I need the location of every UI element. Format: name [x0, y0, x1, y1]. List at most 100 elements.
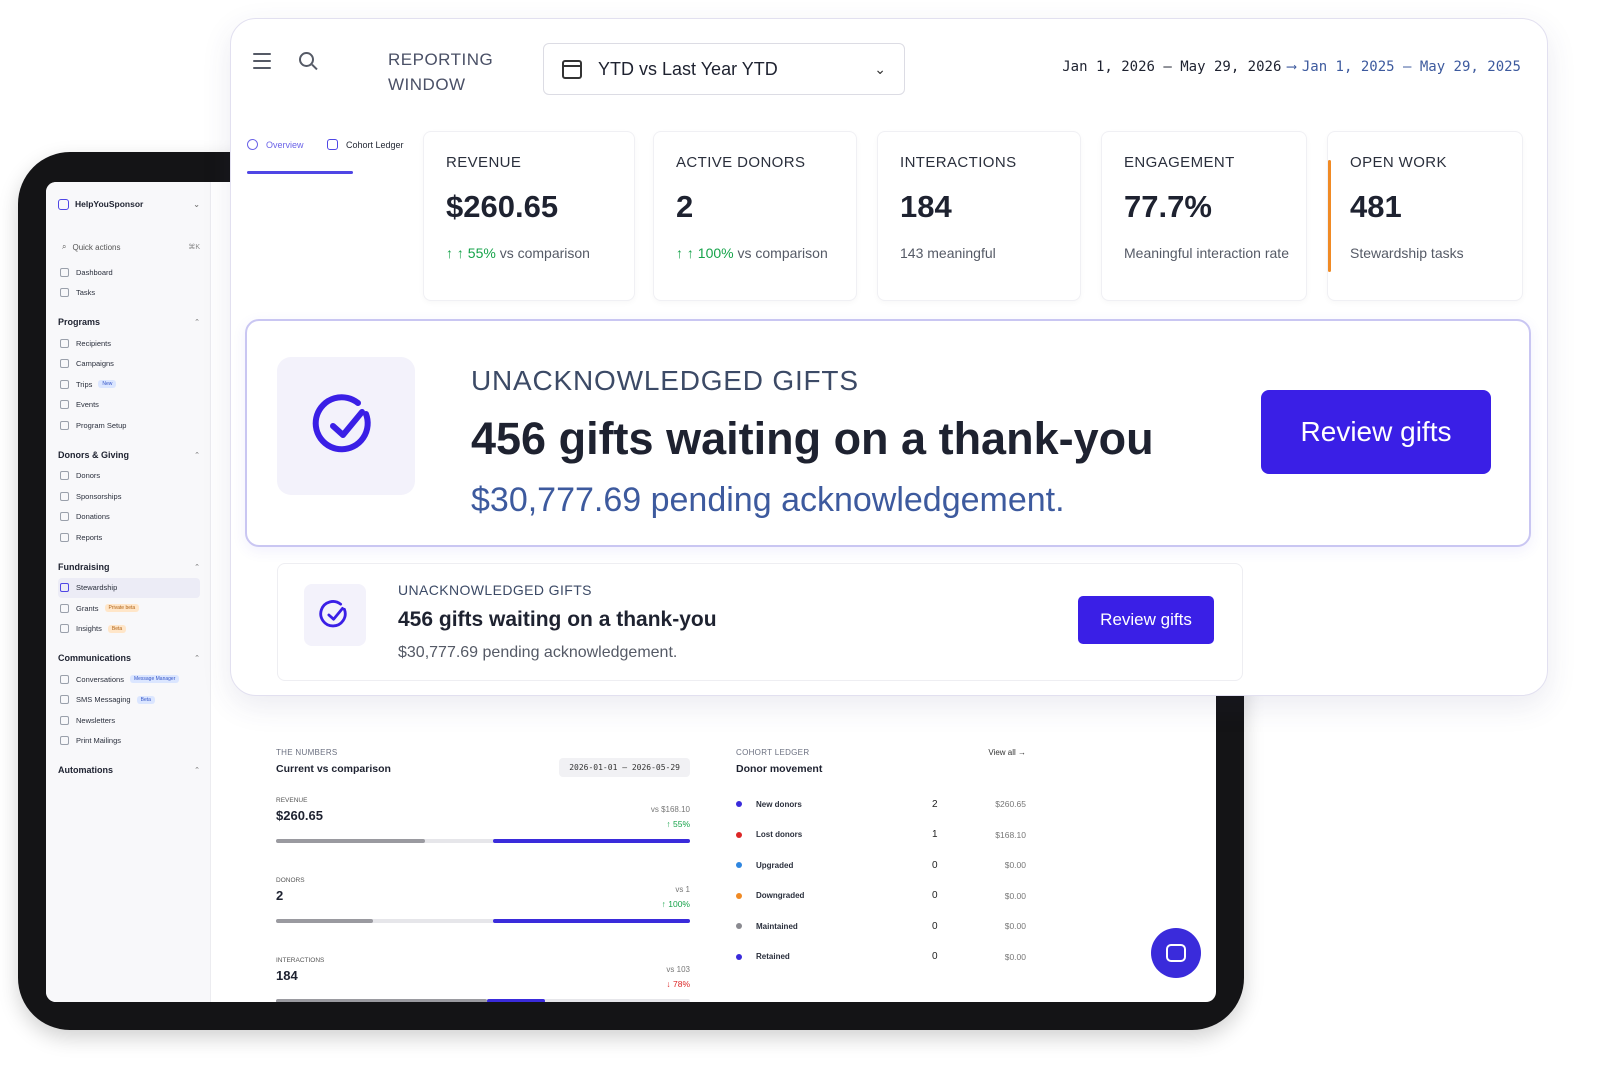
sidebar-item-label: Newsletters: [76, 715, 116, 725]
metric-value: $260.65: [276, 808, 323, 823]
nav-icon: [60, 512, 69, 522]
chevron-down-icon: ⌄: [193, 199, 200, 209]
nav-icon: [60, 715, 69, 725]
unacknowledged-gifts-card-compact: UNACKNOWLEDGED GIFTS 456 gifts waiting o…: [277, 563, 1243, 681]
cohort-row-maintained[interactable]: Maintained 0 $0.00: [736, 911, 1026, 942]
sidebar-item-grants[interactable]: Grants Private beta: [58, 598, 200, 619]
kpi-card-open-work: OPEN WORK 481 Stewardship tasks: [1327, 131, 1523, 301]
numbers-date-range[interactable]: 2026-01-01 – 2026-05-29: [559, 758, 690, 777]
sidebar-section-title: Communications: [58, 653, 132, 663]
cohort-name: Upgraded: [756, 860, 794, 870]
review-gifts-button[interactable]: Review gifts: [1261, 390, 1491, 474]
sidebar-item-label: Grants: [76, 603, 99, 613]
cohort-amount: $0.00: [1004, 890, 1026, 901]
cohort-row-new-donors[interactable]: New donors 2 $260.65: [736, 789, 1026, 820]
kpi-label: ENGAGEMENT: [1124, 154, 1235, 171]
nav-icon: [60, 583, 69, 593]
sidebar-item-stewardship[interactable]: Stewardship: [58, 577, 200, 598]
sidebar-item-donors[interactable]: Donors: [58, 466, 200, 487]
sidebar-item-label: Tasks: [76, 288, 96, 298]
sidebar-item-print-mailings[interactable]: Print Mailings: [58, 731, 200, 752]
sidebar-badge: New: [98, 380, 117, 389]
nav-icon: [60, 674, 69, 684]
sidebar-item-sms-messaging[interactable]: SMS Messaging Beta: [58, 690, 200, 711]
sidebar-nav: Dashboard Tasks Programs ⌃ Recipients Campaig…: [58, 262, 200, 777]
nav-icon: [60, 420, 69, 430]
sidebar-item-program-setup[interactable]: Program Setup: [58, 415, 200, 436]
metric-change: ↓ 78%: [666, 979, 690, 989]
quick-actions[interactable]: ⌕ Quick actions ⌘K: [58, 238, 200, 256]
nav-icon: [60, 338, 69, 348]
kpi-subtext: 143 meaningful: [900, 245, 1058, 261]
sidebar-item-trips[interactable]: Trips New: [58, 374, 200, 395]
arrow-up-icon: ↑ ↑: [676, 245, 694, 261]
sidebar-item-label: Stewardship: [76, 583, 118, 593]
kpi-card-active-donors: ACTIVE DONORS 2 ↑ ↑ 100% vs comparison: [653, 131, 857, 301]
search-icon[interactable]: [299, 52, 314, 67]
cohort-rows: New donors 2 $260.65 Lost donors 1 $168.10 Upg…: [736, 789, 1026, 972]
metric-comparison: vs 1: [675, 885, 690, 894]
sidebar-item-recipients[interactable]: Recipients: [58, 333, 200, 354]
sidebar-item-sponsorships[interactable]: Sponsorships: [58, 486, 200, 507]
metric-bar-previous: [276, 919, 374, 923]
menu-icon[interactable]: [253, 53, 271, 74]
sidebar-section-donors-giving[interactable]: Donors & Giving ⌃: [58, 448, 200, 462]
sidebar-item-newsletters[interactable]: Newsletters: [58, 710, 200, 731]
cohort-row-retained[interactable]: Retained 0 $0.00: [736, 942, 1026, 973]
sidebar-item-donations[interactable]: Donations: [58, 507, 200, 528]
period-select[interactable]: YTD vs Last Year YTD ⌄: [543, 43, 905, 95]
nav-icon: [60, 532, 69, 542]
chat-icon: [1166, 944, 1186, 962]
status-dot: [736, 953, 742, 960]
alert-label: UNACKNOWLEDGED GIFTS: [398, 582, 592, 598]
kpi-value: 77.7%: [1124, 189, 1212, 224]
cohort-amount: $0.00: [1004, 951, 1026, 962]
metric-comparison: vs $168.10: [650, 805, 690, 814]
nav-icon: [60, 624, 69, 634]
org-switcher[interactable]: HelpYouSponsor ⌄: [58, 196, 200, 212]
metric-bar-previous: [276, 839, 426, 843]
sidebar-section-communications[interactable]: Communications ⌃: [58, 651, 200, 665]
sidebar-item-insights[interactable]: Insights Beta: [58, 619, 200, 640]
cohort-title: Donor movement: [736, 763, 823, 775]
chevron-up-icon: ⌃: [194, 451, 200, 459]
sidebar-item-label: Events: [76, 400, 99, 410]
reporting-window-label: REPORTING WINDOW: [388, 50, 494, 94]
sidebar-item-label: Sponsorships: [76, 491, 122, 501]
sidebar-item-reports[interactable]: Reports: [58, 527, 200, 548]
cohort-count: 0: [932, 890, 938, 902]
cohort-count: 0: [932, 951, 938, 963]
cohort-row-upgraded[interactable]: Upgraded 0 $0.00: [736, 850, 1026, 881]
kpi-label: REVENUE: [446, 154, 522, 171]
sidebar-badge: Private beta: [104, 604, 140, 613]
sidebar-item-campaigns[interactable]: Campaigns: [58, 354, 200, 375]
period-select-value: YTD vs Last Year YTD: [598, 58, 778, 79]
view-all-link[interactable]: View all →: [988, 748, 1026, 757]
metric-label: REVENUE: [276, 797, 308, 804]
status-dot: [736, 923, 742, 930]
quick-actions-label: Quick actions: [72, 242, 121, 252]
review-gifts-button[interactable]: Review gifts: [1078, 596, 1214, 644]
sidebar-section-automations[interactable]: Automations ⌃: [58, 763, 200, 777]
cohort-row-lost-donors[interactable]: Lost donors 1 $168.10: [736, 820, 1026, 851]
cohort-row-downgraded[interactable]: Downgraded 0 $0.00: [736, 881, 1026, 912]
sidebar-item-tasks[interactable]: Tasks: [58, 283, 200, 304]
sidebar-section-fundraising[interactable]: Fundraising ⌃: [58, 560, 200, 574]
sidebar-section-programs[interactable]: Programs ⌃: [58, 315, 200, 329]
icon-box: [304, 584, 366, 646]
chat-button[interactable]: [1151, 928, 1201, 978]
nav-icon: [60, 379, 69, 389]
metric-bar-current: [493, 839, 690, 843]
tab-cohort-ledger[interactable]: Cohort Ledger: [327, 139, 404, 150]
kpi-sub-label: vs comparison: [499, 245, 590, 261]
tab-overview[interactable]: Overview: [247, 139, 304, 150]
sidebar-item-conversations[interactable]: Conversations Message Manager: [58, 669, 200, 690]
cohort-name: Lost donors: [756, 830, 803, 840]
sidebar-item-label: SMS Messaging: [76, 695, 131, 705]
nav-icon: [60, 288, 69, 298]
sidebar-item-dashboard[interactable]: Dashboard: [58, 262, 200, 283]
chevron-up-icon: ⌃: [194, 563, 200, 571]
sidebar-badge: Message Manager: [129, 675, 180, 684]
sidebar-item-events[interactable]: Events: [58, 395, 200, 416]
metric-donors: DONORS 2 vs 1 ↑ 100%: [276, 877, 690, 935]
